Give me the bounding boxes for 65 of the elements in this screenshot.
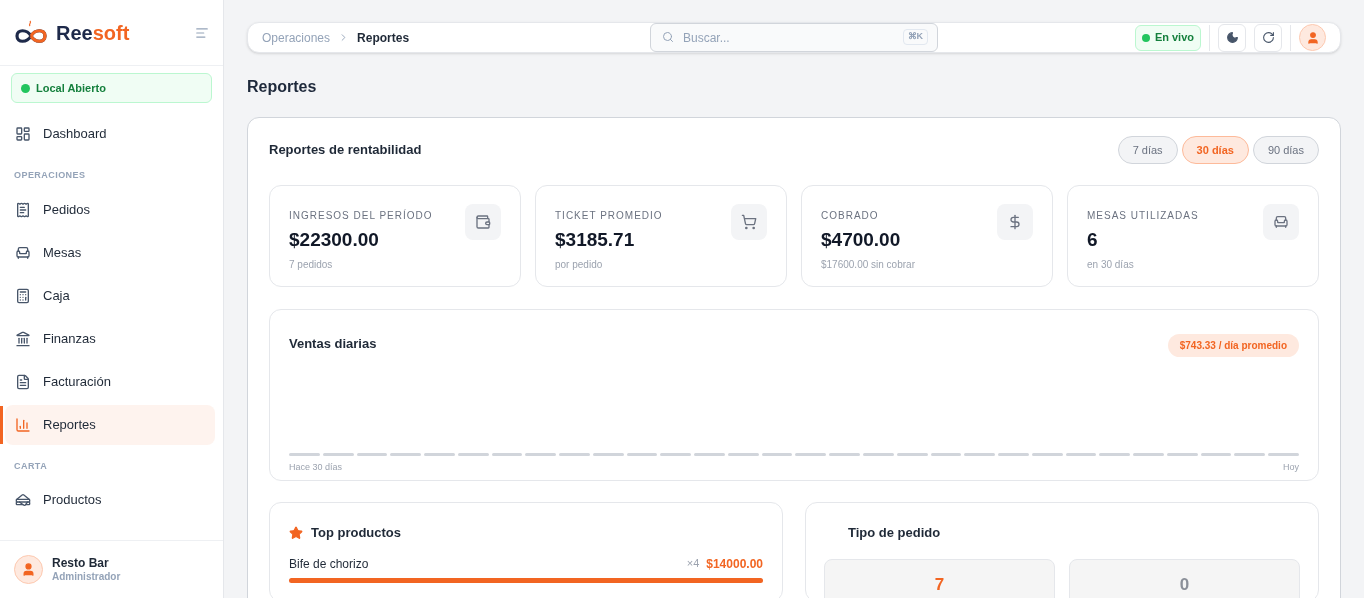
stat-label: MESAS UTILIZADAS [1087, 209, 1199, 223]
stat-value: $22300.00 [289, 228, 380, 252]
shortcut-hint: ⌘K [902, 29, 928, 45]
refresh-icon [1261, 31, 1275, 44]
range-tab[interactable]: 7 días [1117, 136, 1178, 164]
page-title: Reportes [247, 77, 318, 97]
nav-item[interactable]: Reportes [5, 404, 215, 445]
wallet-icon [465, 204, 501, 240]
document-icon [15, 373, 31, 390]
stat-note: por pedido [555, 257, 604, 272]
axis-label: Hace 30 días [289, 460, 343, 474]
order-count: 7 [934, 573, 945, 596]
star-icon [289, 525, 303, 540]
theme-toggle-button[interactable] [1218, 23, 1246, 52]
breadcrumb-item: Reportes [357, 29, 410, 47]
stat-value: 6 [1087, 228, 1099, 252]
cash-register-icon [15, 287, 31, 304]
dollar-icon [997, 204, 1033, 240]
stat-note: $17600.00 sin cobrar [821, 257, 915, 272]
live-badge: En vivo [1134, 24, 1201, 51]
section-heading: OPERACIONES [13, 169, 87, 182]
stat-label: COBRADO [821, 209, 880, 223]
brand-name: Reesoft [56, 20, 130, 46]
nav-item[interactable]: Finanzas [5, 318, 215, 359]
product-quantity: ×4 [686, 556, 700, 572]
nav-item[interactable]: Mesas [5, 232, 215, 273]
user-icon [1305, 30, 1320, 45]
stat-value: $3185.71 [555, 228, 636, 252]
nav-item[interactable]: Caja [5, 275, 215, 316]
stat-note: en 30 días [1087, 257, 1135, 272]
bar-chart-icon [15, 416, 31, 433]
nav-item[interactable]: Pedidos [5, 189, 215, 230]
logo-icon [14, 19, 48, 46]
stat-label: TICKET PROMEDIO [555, 209, 663, 223]
card-title: Tipo de pedido [847, 524, 942, 542]
stat-label: INGRESOS DEL PERÍODO [289, 208, 433, 223]
card-title: Ventas diarias [289, 335, 377, 353]
section-heading: CARTA [13, 459, 49, 473]
order-count: 0 [1179, 573, 1190, 596]
user-avatar-button[interactable] [1299, 24, 1326, 51]
stat-value: $4700.00 [821, 228, 902, 252]
dashboard-icon [15, 126, 31, 142]
receipt-icon [15, 201, 31, 218]
user-name: Resto Bar [52, 555, 110, 571]
status-badge: Local Abierto [11, 73, 212, 103]
stat-note: 7 pedidos [289, 257, 334, 272]
search-icon [662, 31, 674, 43]
moon-icon [1225, 31, 1239, 44]
average-badge: $743.33 / día promedio [1167, 334, 1299, 357]
axis-label: Hoy [1283, 460, 1299, 474]
user-avatar[interactable] [14, 555, 43, 584]
food-icon [15, 492, 31, 508]
refresh-button[interactable] [1254, 23, 1282, 52]
product-amount: $14000.00 [706, 555, 763, 573]
menu-toggle-button[interactable] [195, 25, 209, 40]
nav-item[interactable]: Productos [5, 480, 215, 520]
panel-title: Reportes de rentabilidad [269, 141, 422, 160]
range-tab[interactable]: 90 días [1252, 136, 1319, 164]
bank-icon [15, 330, 31, 347]
card-title: Top productos [311, 524, 402, 542]
cart-icon [731, 204, 767, 240]
product-name: Bife de chorizo [289, 555, 369, 573]
nav-item[interactable]: Facturación [5, 361, 215, 402]
user-role: Administrador [52, 570, 121, 584]
nav-item[interactable]: Dashboard [5, 114, 215, 154]
